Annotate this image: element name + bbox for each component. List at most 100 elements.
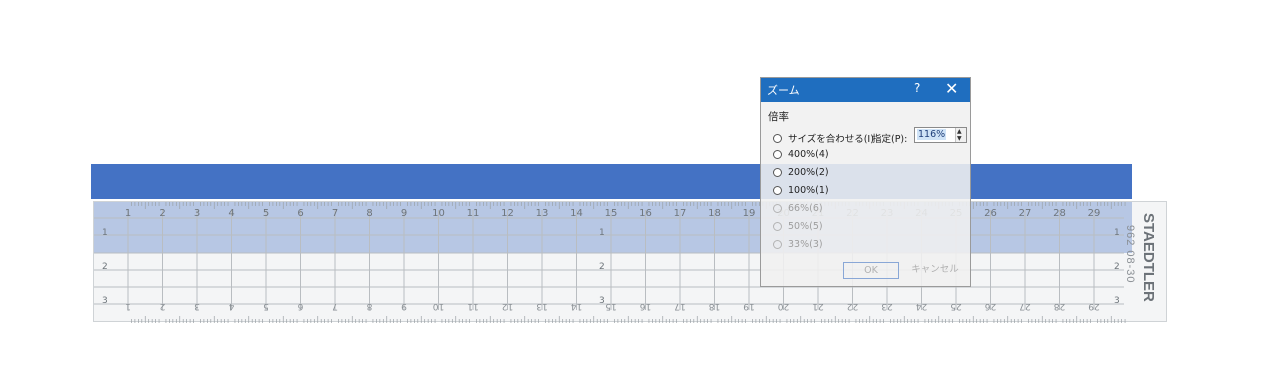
ruler-side-number: 2 bbox=[599, 262, 605, 272]
zoom-group-label: 倍率 bbox=[768, 111, 789, 123]
ruler-bottom-number: 18 bbox=[709, 301, 721, 311]
ruler-bottom-number: 24 bbox=[916, 301, 928, 311]
radio-icon bbox=[773, 133, 782, 143]
close-icon[interactable]: ✕ bbox=[945, 79, 958, 98]
spin-down-icon[interactable]: ▼ bbox=[957, 135, 962, 142]
ruler-number: 6 bbox=[297, 208, 303, 219]
ruler-number: 5 bbox=[263, 208, 269, 219]
option-66: 66%(6) bbox=[773, 203, 823, 214]
ruler-bottom-number: 14 bbox=[571, 301, 583, 311]
ruler-bottom-number: 29 bbox=[1088, 301, 1100, 311]
ruler-number: 14 bbox=[570, 208, 583, 219]
ruler-bottom-number: 13 bbox=[536, 301, 547, 311]
ruler-bottom-number: 26 bbox=[985, 301, 997, 311]
ruler-number: 29 bbox=[1088, 208, 1101, 219]
ruler-image: 1234567891011121314151617181920212223242… bbox=[93, 201, 1167, 323]
ruler-bottom-number: 4 bbox=[228, 301, 234, 311]
ruler-bottom-number: 27 bbox=[1019, 301, 1030, 311]
radio-icon bbox=[773, 222, 782, 231]
ruler-number: 10 bbox=[432, 208, 445, 219]
ruler-bottom-number: 20 bbox=[778, 301, 790, 311]
ruler-side-number: 2 bbox=[102, 262, 108, 272]
ruler-number: 16 bbox=[639, 208, 652, 219]
ruler-number: 12 bbox=[501, 208, 514, 219]
ruler-bottom-number: 10 bbox=[433, 301, 445, 311]
ruler-bottom-number: 22 bbox=[847, 301, 858, 311]
ruler-number: 8 bbox=[366, 208, 372, 219]
ruler-bottom-number: 15 bbox=[605, 301, 616, 311]
ruler-bottom-number: 8 bbox=[366, 301, 372, 311]
ruler-side-number: 3 bbox=[102, 296, 108, 306]
zoom-percent-value[interactable]: 116% bbox=[917, 129, 947, 140]
zoom-dialog: ズーム ? ✕ 倍率 サイズを合わせる(I) 400%(4) 200%(2) 1… bbox=[760, 77, 971, 287]
ruler-number: 18 bbox=[708, 208, 721, 219]
specify-label: 指定(P): bbox=[872, 134, 908, 145]
option-66-label: 66%(6) bbox=[788, 203, 823, 214]
option-200[interactable]: 200%(2) bbox=[773, 167, 829, 178]
ruler-bottom-number: 17 bbox=[674, 301, 685, 311]
radio-icon bbox=[773, 150, 782, 159]
ruler-bottom-number: 23 bbox=[881, 301, 892, 311]
dialog-title: ズーム bbox=[767, 84, 800, 97]
ruler-side-number: 1 bbox=[1114, 228, 1120, 238]
ruler-side-number: 2 bbox=[1114, 262, 1120, 272]
ruler-side-number: 1 bbox=[599, 228, 605, 238]
option-100[interactable]: 100%(1) bbox=[773, 185, 829, 196]
option-fit-label: サイズを合わせる(I) bbox=[788, 134, 874, 145]
ruler-bottom-number: 7 bbox=[332, 301, 338, 311]
ruler-brand-logo: STAEDTLER bbox=[1140, 213, 1157, 302]
spin-up-icon[interactable]: ▲ bbox=[957, 128, 962, 135]
ruler-bottom-number: 11 bbox=[467, 301, 478, 311]
option-50: 50%(5) bbox=[773, 221, 823, 232]
ruler-bottom-number: 6 bbox=[297, 301, 303, 311]
ruler-number: 15 bbox=[605, 208, 618, 219]
ruler-number: 2 bbox=[159, 208, 165, 219]
radio-icon bbox=[773, 240, 782, 249]
option-33: 33%(3) bbox=[773, 239, 823, 250]
ruler-number: 11 bbox=[467, 208, 480, 219]
radio-icon bbox=[773, 186, 782, 195]
cancel-button[interactable]: キャンセル bbox=[907, 262, 963, 279]
ok-button[interactable]: OK bbox=[843, 262, 899, 279]
spin-buttons[interactable]: ▲ ▼ bbox=[955, 128, 966, 142]
ruler-bottom-number: 28 bbox=[1054, 301, 1066, 311]
ruler-number: 26 bbox=[984, 208, 997, 219]
option-400-label: 400%(4) bbox=[788, 149, 829, 160]
zoom-percent-input[interactable]: 116% ▲ ▼ bbox=[914, 127, 967, 143]
option-100-label: 100%(1) bbox=[788, 185, 829, 196]
ruler-side-number: 1 bbox=[102, 228, 108, 238]
help-button[interactable]: ? bbox=[914, 81, 920, 95]
ruler-bottom-number: 16 bbox=[640, 301, 652, 311]
ruler-bottom-number: 25 bbox=[950, 301, 961, 311]
ruler-product-code: 962 08-30 bbox=[1124, 225, 1136, 284]
option-50-label: 50%(5) bbox=[788, 221, 823, 232]
ruler-bottom-number: 21 bbox=[812, 301, 823, 311]
ruler-number: 17 bbox=[674, 208, 687, 219]
ruler-grid: 1234567891011121314151617181920212223242… bbox=[94, 202, 1126, 323]
option-400[interactable]: 400%(4) bbox=[773, 149, 829, 160]
ruler-number: 4 bbox=[228, 208, 234, 219]
radio-icon bbox=[773, 204, 782, 213]
radio-icon bbox=[773, 168, 782, 177]
ruler-bottom-number: 19 bbox=[743, 301, 755, 311]
ruler-number: 9 bbox=[401, 208, 407, 219]
ruler-bottom-number: 2 bbox=[160, 301, 166, 311]
ruler-number: 27 bbox=[1019, 208, 1032, 219]
ruler-number: 7 bbox=[332, 208, 338, 219]
ruler-number: 3 bbox=[194, 208, 200, 219]
blue-band bbox=[91, 164, 1132, 199]
dialog-titlebar: ズーム ? ✕ bbox=[761, 78, 970, 102]
ruler-number: 28 bbox=[1053, 208, 1066, 219]
ruler-bottom-number: 3 bbox=[194, 301, 200, 311]
ruler-side-number: 3 bbox=[1114, 296, 1120, 306]
option-33-label: 33%(3) bbox=[788, 239, 823, 250]
option-200-label: 200%(2) bbox=[788, 167, 829, 178]
ruler-number: 13 bbox=[536, 208, 549, 219]
ruler-number: 1 bbox=[125, 208, 131, 219]
ruler-bottom-number: 9 bbox=[401, 301, 407, 311]
option-fit[interactable]: サイズを合わせる(I) bbox=[773, 131, 874, 145]
ruler-number: 19 bbox=[743, 208, 756, 219]
ruler-bottom-number: 5 bbox=[263, 301, 269, 311]
ruler-bottom-number: 1 bbox=[125, 301, 131, 311]
ruler-side-number: 3 bbox=[599, 296, 605, 306]
